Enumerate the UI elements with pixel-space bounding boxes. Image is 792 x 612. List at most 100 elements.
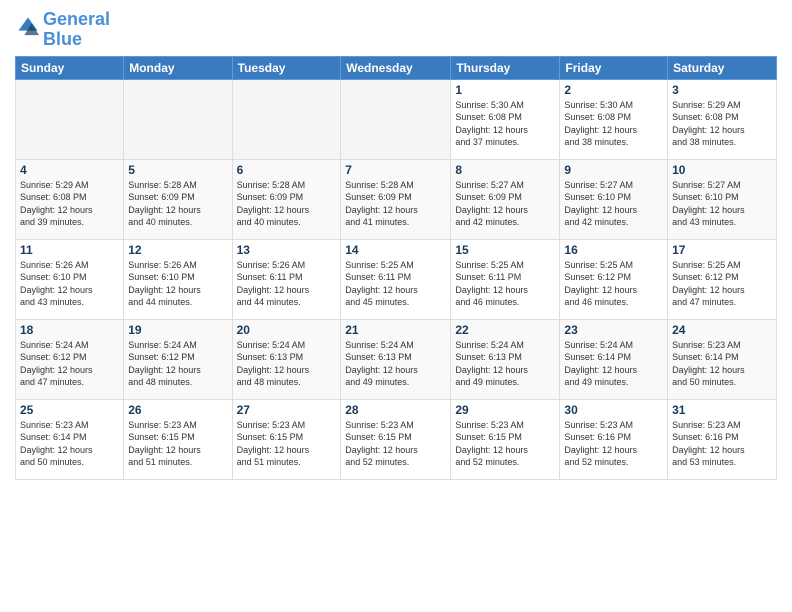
- weekday-header-friday: Friday: [560, 56, 668, 79]
- day-number: 17: [672, 243, 772, 257]
- day-info: Sunrise: 5:27 AM Sunset: 6:10 PM Dayligh…: [564, 179, 663, 229]
- day-number: 16: [564, 243, 663, 257]
- day-info: Sunrise: 5:28 AM Sunset: 6:09 PM Dayligh…: [128, 179, 227, 229]
- day-number: 30: [564, 403, 663, 417]
- day-number: 10: [672, 163, 772, 177]
- calendar-cell: 11 Sunrise: 5:26 AM Sunset: 6:10 PM Dayli…: [16, 239, 124, 319]
- day-number: 1: [455, 83, 555, 97]
- day-number: 21: [345, 323, 446, 337]
- calendar-cell: 8 Sunrise: 5:27 AM Sunset: 6:09 PM Daylig…: [451, 159, 560, 239]
- calendar-cell: [16, 79, 124, 159]
- page-container: General Blue SundayMondayTuesdayWednesda…: [0, 0, 792, 612]
- day-number: 3: [672, 83, 772, 97]
- calendar-cell: 7Sunrise: 5:28 AM Sunset: 6:09 PM Daylig…: [341, 159, 451, 239]
- day-info: Sunrise: 5:24 AM Sunset: 6:12 PM Dayligh…: [20, 339, 119, 389]
- day-info: Sunrise: 5:25 AM Sunset: 6:11 PM Dayligh…: [345, 259, 446, 309]
- calendar-week-row: 18 Sunrise: 5:24 AM Sunset: 6:12 PM Dayli…: [16, 319, 777, 399]
- calendar-cell: 2 Sunrise: 5:30 AM Sunset: 6:08 PM Daylig…: [560, 79, 668, 159]
- day-info: Sunrise: 5:23 AM Sunset: 6:15 PM Dayligh…: [237, 419, 337, 469]
- day-info: Sunrise: 5:24 AM Sunset: 6:14 PM Dayligh…: [564, 339, 663, 389]
- calendar-header-row: SundayMondayTuesdayWednesdayThursdayFrid…: [16, 56, 777, 79]
- calendar-week-row: 11 Sunrise: 5:26 AM Sunset: 6:10 PM Dayli…: [16, 239, 777, 319]
- calendar-cell: 20 Sunrise: 5:24 AM Sunset: 6:13 PM Dayli…: [232, 319, 341, 399]
- calendar-cell: 6Sunrise: 5:28 AM Sunset: 6:09 PM Daylig…: [232, 159, 341, 239]
- day-info: Sunrise: 5:23 AM Sunset: 6:15 PM Dayligh…: [345, 419, 446, 469]
- day-number: 18: [20, 323, 119, 337]
- day-number: 14: [345, 243, 446, 257]
- weekday-header-tuesday: Tuesday: [232, 56, 341, 79]
- day-info: Sunrise: 5:23 AM Sunset: 6:16 PM Dayligh…: [564, 419, 663, 469]
- calendar-week-row: 1 Sunrise: 5:30 AM Sunset: 6:08 PM Daylig…: [16, 79, 777, 159]
- calendar-cell: 5 Sunrise: 5:28 AM Sunset: 6:09 PM Daylig…: [124, 159, 232, 239]
- calendar-cell: 12 Sunrise: 5:26 AM Sunset: 6:10 PM Dayli…: [124, 239, 232, 319]
- day-number: 19: [128, 323, 227, 337]
- day-number: 12: [128, 243, 227, 257]
- calendar-week-row: 4 Sunrise: 5:29 AM Sunset: 6:08 PM Daylig…: [16, 159, 777, 239]
- calendar-week-row: 25Sunrise: 5:23 AM Sunset: 6:14 PM Dayli…: [16, 399, 777, 479]
- calendar-cell: 22 Sunrise: 5:24 AM Sunset: 6:13 PM Dayli…: [451, 319, 560, 399]
- day-number: 4: [20, 163, 119, 177]
- day-number: 25: [20, 403, 119, 417]
- calendar-cell: [124, 79, 232, 159]
- day-info: Sunrise: 5:26 AM Sunset: 6:10 PM Dayligh…: [20, 259, 119, 309]
- day-info: Sunrise: 5:27 AM Sunset: 6:09 PM Dayligh…: [455, 179, 555, 229]
- calendar-cell: 13 Sunrise: 5:26 AM Sunset: 6:11 PM Dayli…: [232, 239, 341, 319]
- day-number: 22: [455, 323, 555, 337]
- calendar-cell: 14 Sunrise: 5:25 AM Sunset: 6:11 PM Dayli…: [341, 239, 451, 319]
- day-info: Sunrise: 5:25 AM Sunset: 6:11 PM Dayligh…: [455, 259, 555, 309]
- day-info: Sunrise: 5:30 AM Sunset: 6:08 PM Dayligh…: [564, 99, 663, 149]
- calendar-cell: 29 Sunrise: 5:23 AM Sunset: 6:15 PM Dayli…: [451, 399, 560, 479]
- day-info: Sunrise: 5:23 AM Sunset: 6:15 PM Dayligh…: [455, 419, 555, 469]
- logo-text: General: [43, 10, 110, 30]
- day-number: 20: [237, 323, 337, 337]
- calendar-cell: 27Sunrise: 5:23 AM Sunset: 6:15 PM Dayli…: [232, 399, 341, 479]
- weekday-header-monday: Monday: [124, 56, 232, 79]
- day-info: Sunrise: 5:29 AM Sunset: 6:08 PM Dayligh…: [20, 179, 119, 229]
- day-info: Sunrise: 5:23 AM Sunset: 6:16 PM Dayligh…: [672, 419, 772, 469]
- day-info: Sunrise: 5:26 AM Sunset: 6:10 PM Dayligh…: [128, 259, 227, 309]
- calendar-cell: 24 Sunrise: 5:23 AM Sunset: 6:14 PM Dayli…: [668, 319, 777, 399]
- day-info: Sunrise: 5:24 AM Sunset: 6:13 PM Dayligh…: [345, 339, 446, 389]
- day-info: Sunrise: 5:24 AM Sunset: 6:13 PM Dayligh…: [455, 339, 555, 389]
- page-header: General Blue: [15, 10, 777, 50]
- calendar-cell: 25Sunrise: 5:23 AM Sunset: 6:14 PM Dayli…: [16, 399, 124, 479]
- logo-icon: [17, 16, 39, 38]
- day-info: Sunrise: 5:30 AM Sunset: 6:08 PM Dayligh…: [455, 99, 555, 149]
- calendar-cell: 28 Sunrise: 5:23 AM Sunset: 6:15 PM Dayli…: [341, 399, 451, 479]
- day-info: Sunrise: 5:26 AM Sunset: 6:11 PM Dayligh…: [237, 259, 337, 309]
- logo: General Blue: [15, 10, 110, 50]
- day-number: 28: [345, 403, 446, 417]
- day-number: 29: [455, 403, 555, 417]
- calendar-cell: [232, 79, 341, 159]
- day-number: 13: [237, 243, 337, 257]
- calendar-cell: 19Sunrise: 5:24 AM Sunset: 6:12 PM Dayli…: [124, 319, 232, 399]
- calendar-cell: 1 Sunrise: 5:30 AM Sunset: 6:08 PM Daylig…: [451, 79, 560, 159]
- day-number: 8: [455, 163, 555, 177]
- day-info: Sunrise: 5:23 AM Sunset: 6:15 PM Dayligh…: [128, 419, 227, 469]
- day-number: 11: [20, 243, 119, 257]
- day-info: Sunrise: 5:23 AM Sunset: 6:14 PM Dayligh…: [672, 339, 772, 389]
- day-info: Sunrise: 5:28 AM Sunset: 6:09 PM Dayligh…: [237, 179, 337, 229]
- day-number: 5: [128, 163, 227, 177]
- day-info: Sunrise: 5:29 AM Sunset: 6:08 PM Dayligh…: [672, 99, 772, 149]
- day-number: 9: [564, 163, 663, 177]
- calendar-cell: 31 Sunrise: 5:23 AM Sunset: 6:16 PM Dayli…: [668, 399, 777, 479]
- day-info: Sunrise: 5:24 AM Sunset: 6:13 PM Dayligh…: [237, 339, 337, 389]
- day-info: Sunrise: 5:25 AM Sunset: 6:12 PM Dayligh…: [672, 259, 772, 309]
- weekday-header-wednesday: Wednesday: [341, 56, 451, 79]
- day-number: 31: [672, 403, 772, 417]
- day-number: 2: [564, 83, 663, 97]
- calendar-cell: 4 Sunrise: 5:29 AM Sunset: 6:08 PM Daylig…: [16, 159, 124, 239]
- calendar-cell: 17 Sunrise: 5:25 AM Sunset: 6:12 PM Dayli…: [668, 239, 777, 319]
- day-info: Sunrise: 5:28 AM Sunset: 6:09 PM Dayligh…: [345, 179, 446, 229]
- calendar-cell: 30 Sunrise: 5:23 AM Sunset: 6:16 PM Dayli…: [560, 399, 668, 479]
- calendar-cell: 26 Sunrise: 5:23 AM Sunset: 6:15 PM Dayli…: [124, 399, 232, 479]
- calendar-cell: [341, 79, 451, 159]
- day-number: 23: [564, 323, 663, 337]
- day-number: 24: [672, 323, 772, 337]
- calendar-cell: 3 Sunrise: 5:29 AM Sunset: 6:08 PM Daylig…: [668, 79, 777, 159]
- weekday-header-sunday: Sunday: [16, 56, 124, 79]
- calendar-cell: 23 Sunrise: 5:24 AM Sunset: 6:14 PM Dayli…: [560, 319, 668, 399]
- day-number: 26: [128, 403, 227, 417]
- calendar-cell: 10Sunrise: 5:27 AM Sunset: 6:10 PM Dayli…: [668, 159, 777, 239]
